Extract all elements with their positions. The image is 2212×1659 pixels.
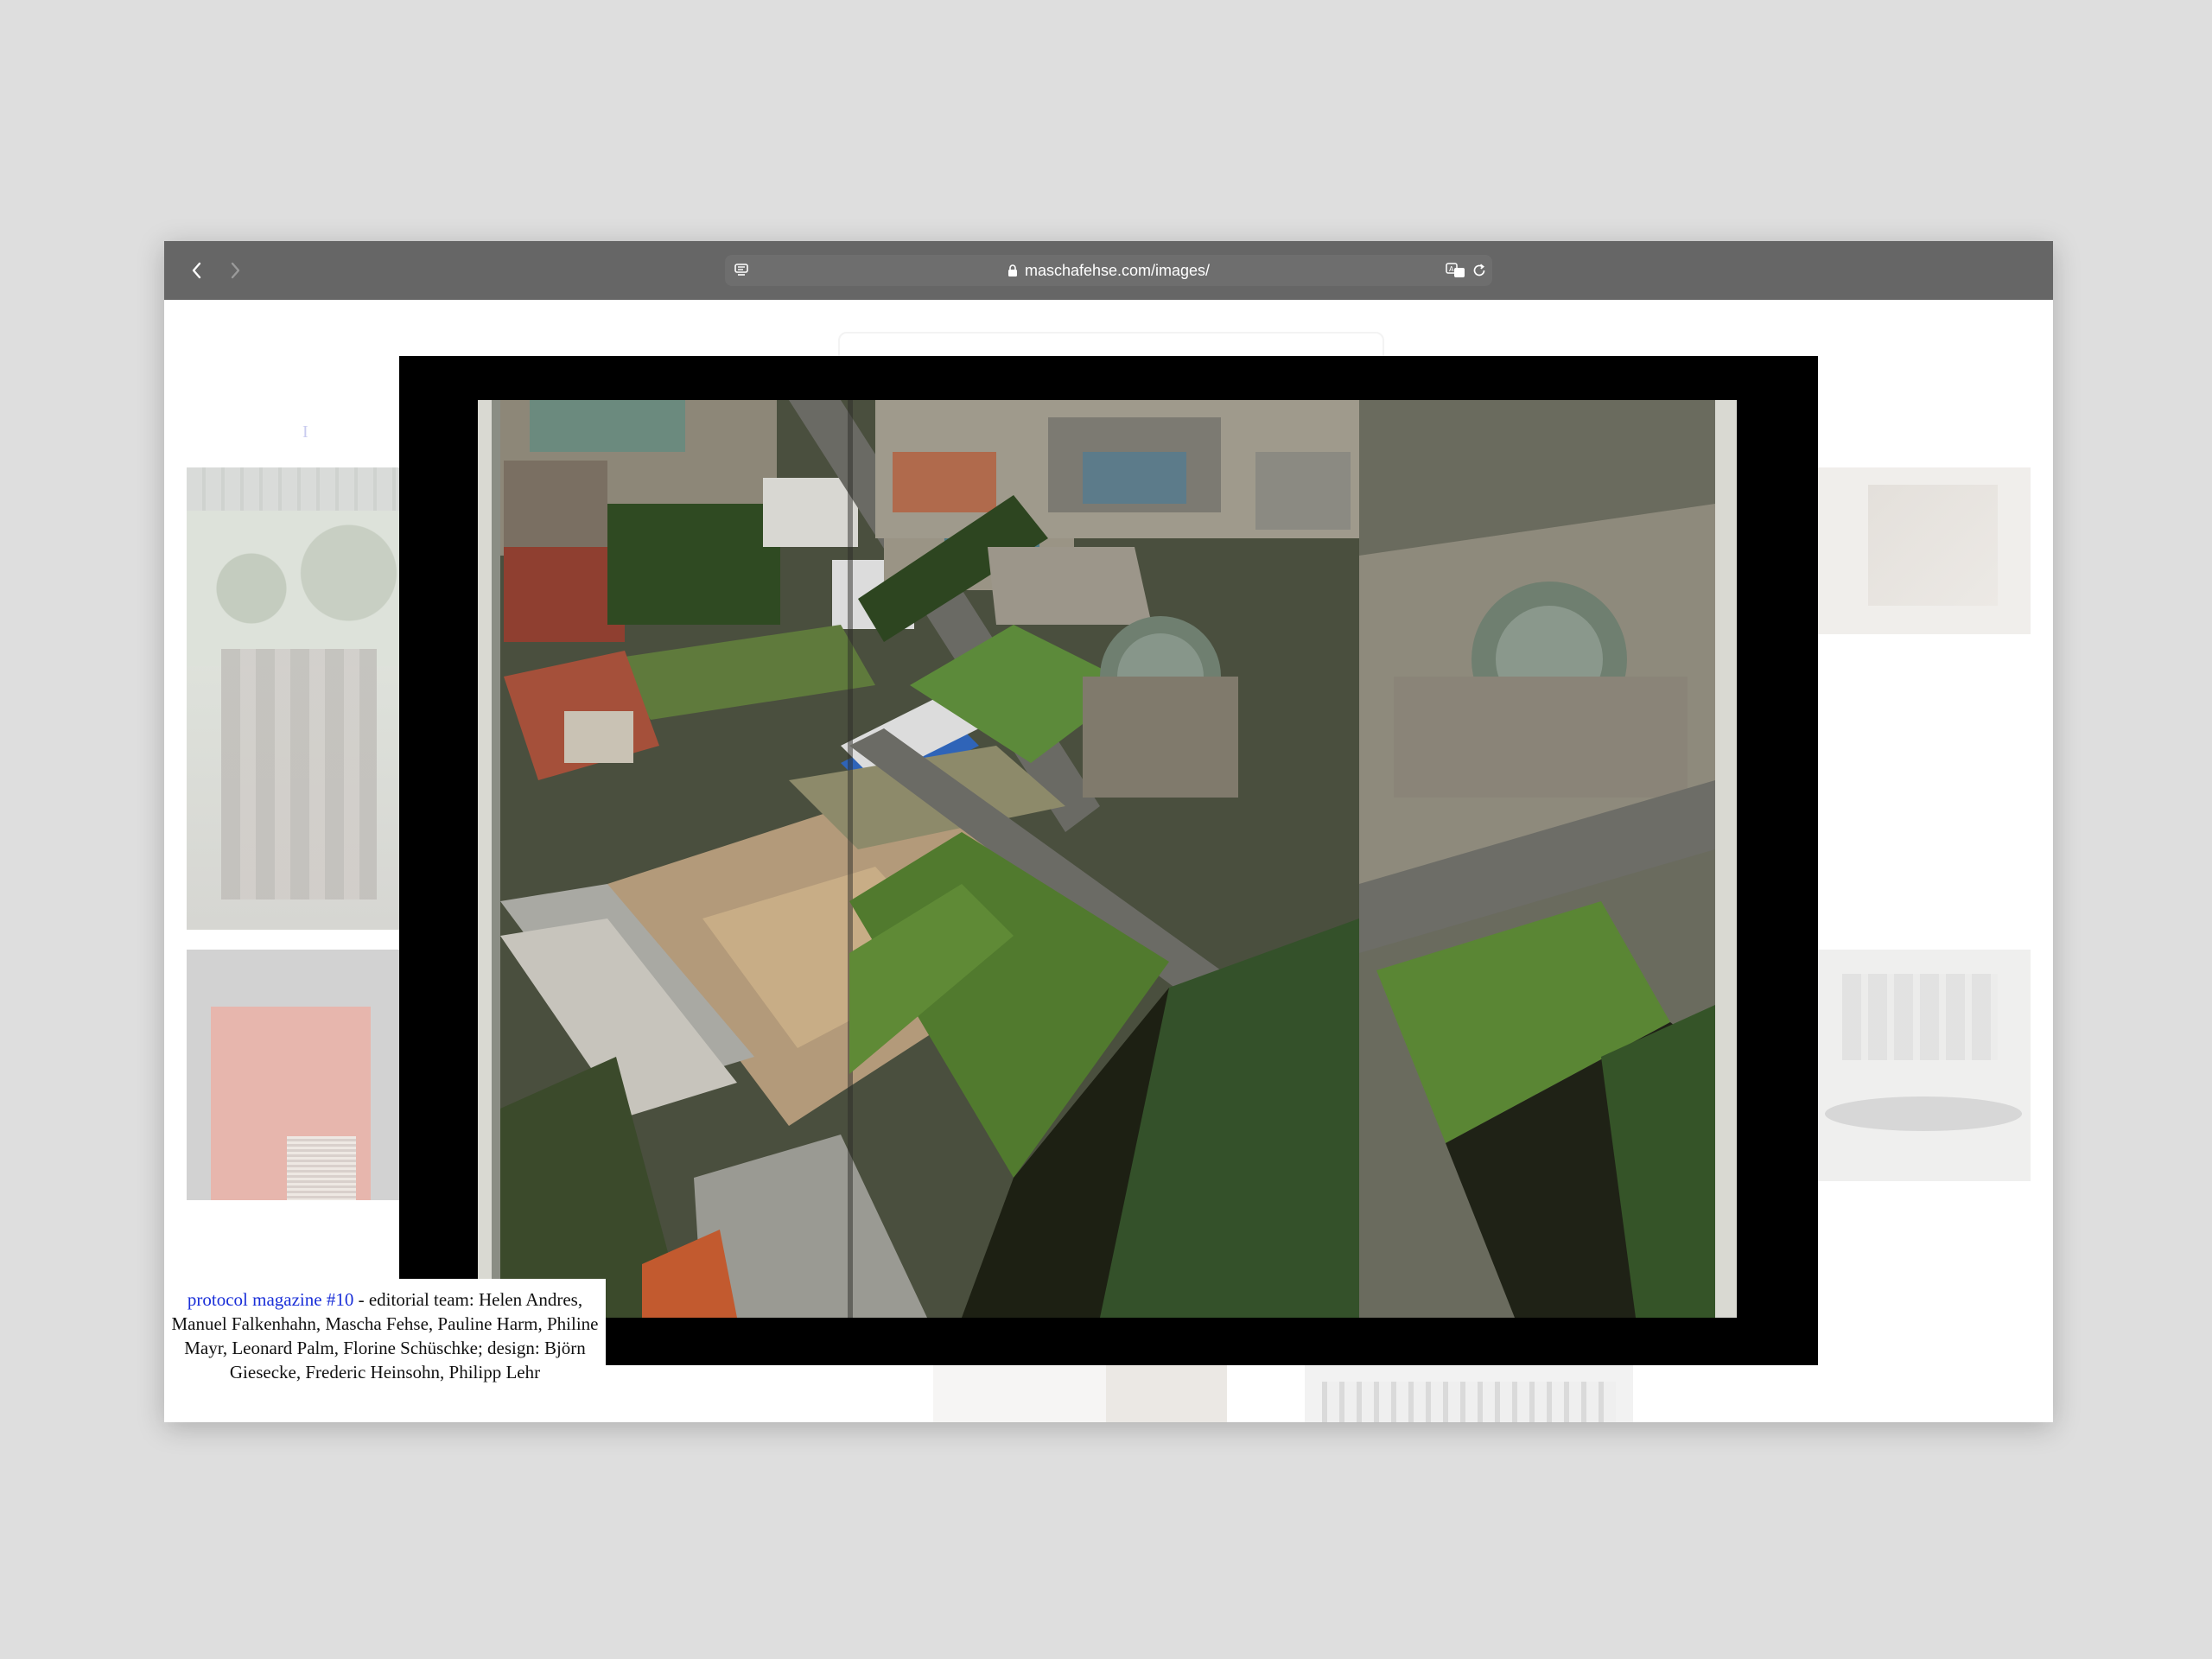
background-thumbnail-architecture[interactable]	[1816, 467, 2031, 634]
translate-icon[interactable]: A	[1446, 263, 1466, 283]
magazine-spread-image[interactable]	[478, 400, 1737, 1318]
reload-icon[interactable]	[1471, 263, 1487, 283]
background-thumbnail-magazine[interactable]	[187, 950, 403, 1200]
url-text: maschafehse.com/images/	[1024, 261, 1211, 279]
svg-text:A: A	[1449, 265, 1454, 273]
background-thumbnail-exhibition[interactable]	[1816, 950, 2031, 1181]
lock-icon	[1007, 264, 1017, 276]
background-thumbnail-people[interactable]	[187, 467, 403, 930]
back-button[interactable]	[183, 257, 211, 284]
aerial-photo	[478, 400, 1737, 1318]
image-caption: protocol magazine #10 - editorial team: …	[164, 1279, 606, 1422]
browser-toolbar: maschafehse.com/images/ A	[164, 241, 2053, 300]
forward-button[interactable]	[221, 257, 249, 284]
address-bar[interactable]: maschafehse.com/images/ A	[725, 255, 1492, 286]
url-display[interactable]: maschafehse.com/images/	[725, 255, 1492, 286]
lightbox-overlay[interactable]	[399, 356, 1818, 1365]
background-link-fragment: I	[302, 423, 308, 442]
background-thumbnail-building[interactable]	[1305, 1364, 1633, 1422]
caption-title-link[interactable]: protocol magazine #10	[188, 1289, 353, 1310]
background-thumbnail-photo[interactable]	[1106, 1364, 1227, 1422]
background-thumbnail-text-page[interactable]	[933, 1364, 1106, 1422]
chevron-left-icon	[192, 262, 201, 279]
browser-window: maschafehse.com/images/ A I protocol mag…	[164, 241, 2053, 1422]
chevron-right-icon	[231, 262, 240, 279]
